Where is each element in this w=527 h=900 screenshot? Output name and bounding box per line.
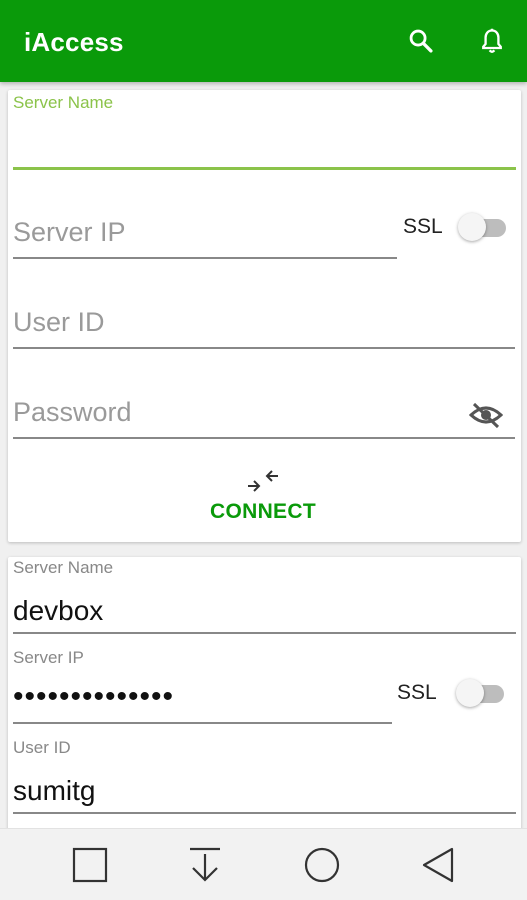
ssl-toggle[interactable] [458, 213, 508, 241]
server-ip-placeholder: Server IP [13, 217, 126, 247]
saved-ssl-toggle[interactable] [456, 679, 506, 707]
home-button[interactable] [302, 845, 342, 885]
saved-server-name-value: devbox [13, 595, 104, 626]
connect-arrows-icon [248, 470, 278, 492]
user-id-underline [13, 347, 515, 349]
saved-user-id-value: sumitg [13, 775, 96, 806]
download-arrow-icon [190, 847, 220, 882]
eye-off-icon [468, 402, 504, 429]
password-underline [13, 437, 515, 439]
ssl-label: SSL [403, 215, 443, 238]
saved-server-ip-value: •••••••••••••• [13, 680, 175, 713]
recents-square-icon [72, 847, 108, 883]
saved-server-card: Server Name devbox Server IP •••••••••••… [8, 557, 521, 847]
connect-button[interactable]: CONNECT [188, 468, 338, 530]
saved-server-name-underline [13, 632, 516, 634]
saved-ssl-label: SSL [397, 681, 437, 704]
toggle-password-visibility[interactable] [468, 400, 504, 430]
download-button[interactable] [185, 845, 225, 885]
search-button[interactable] [404, 24, 438, 58]
saved-ssl-toggle-thumb [456, 679, 484, 707]
saved-user-id-label: User ID [13, 738, 71, 757]
saved-server-ip-underline [13, 722, 392, 724]
bell-icon [482, 28, 502, 53]
saved-user-id-field[interactable]: User ID sumitg [13, 737, 516, 815]
saved-user-id-underline [13, 812, 516, 814]
app-bar: iAccess [0, 0, 527, 82]
server-name-field[interactable]: Server Name [13, 90, 516, 172]
saved-server-name-label: Server Name [13, 558, 114, 577]
server-name-label: Server Name [13, 93, 114, 112]
connect-card: Server Name Server IP SSL User ID Passwo… [8, 90, 521, 542]
saved-server-ip-field[interactable]: Server IP •••••••••••••• [13, 647, 393, 725]
user-id-placeholder: User ID [13, 307, 105, 337]
app-title: iAccess [24, 27, 124, 57]
home-circle-icon [304, 847, 340, 883]
user-id-input[interactable]: User ID [13, 300, 516, 350]
recents-button[interactable] [70, 845, 110, 885]
search-icon [409, 29, 433, 53]
ssl-toggle-thumb [458, 213, 486, 241]
saved-server-ip-label: Server IP [13, 648, 84, 667]
connect-button-label: CONNECT [210, 500, 316, 523]
back-triangle-icon [422, 847, 454, 883]
saved-server-name-field[interactable]: Server Name devbox [13, 557, 516, 635]
server-ip-input[interactable]: Server IP [13, 210, 398, 260]
server-name-underline [13, 167, 516, 170]
password-placeholder: Password [13, 397, 132, 427]
password-input[interactable]: Password [13, 390, 516, 440]
system-nav-bar [0, 828, 527, 900]
back-button[interactable] [418, 845, 458, 885]
server-ip-underline [13, 257, 397, 259]
notifications-button[interactable] [475, 24, 509, 58]
